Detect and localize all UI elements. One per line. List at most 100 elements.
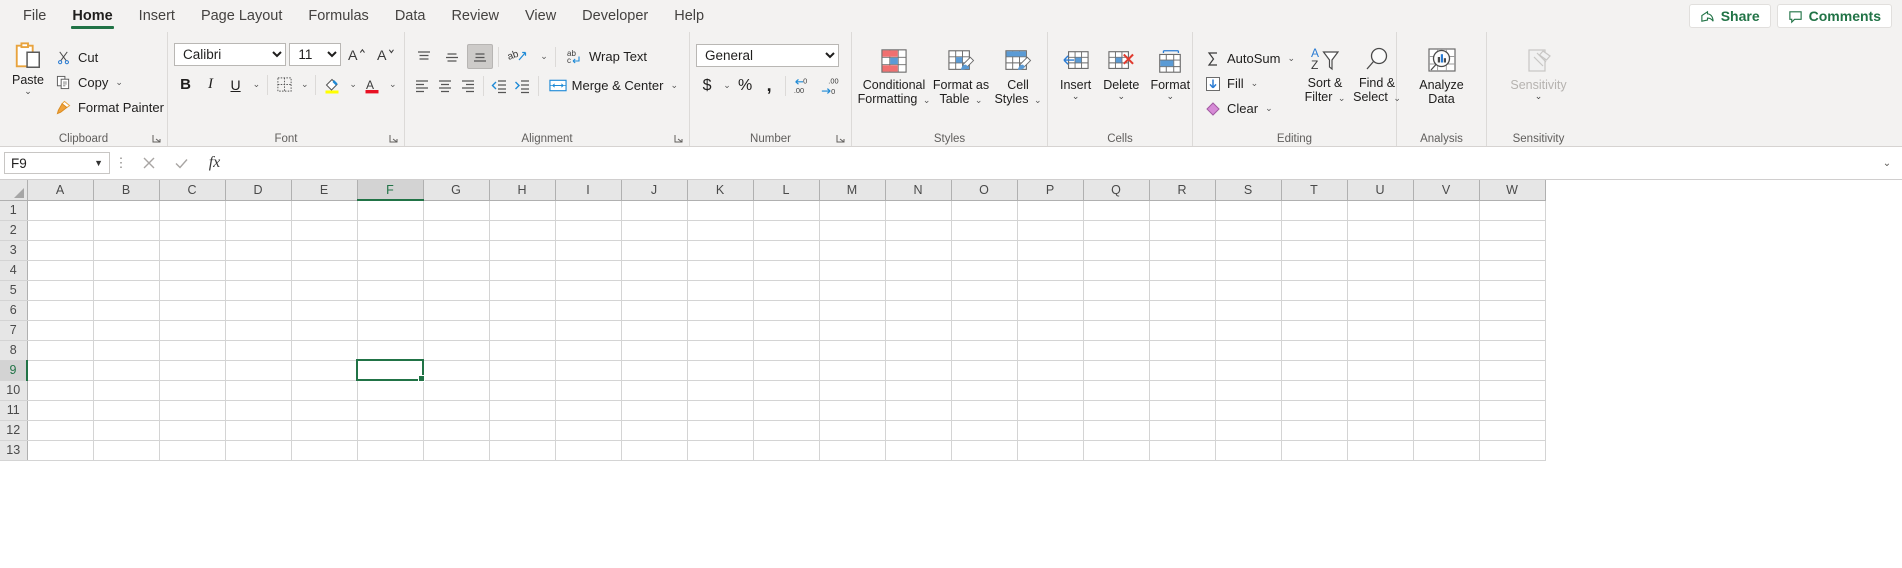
grid-cell[interactable] [159, 300, 226, 321]
tab-view[interactable]: View [512, 0, 569, 32]
chevron-down-icon[interactable]: ⌄ [921, 95, 931, 105]
align-right-button[interactable] [457, 73, 478, 98]
grid-cell[interactable] [687, 240, 754, 261]
grid-cell[interactable] [1017, 200, 1084, 221]
grid-cell[interactable] [1347, 400, 1414, 421]
grid-cell[interactable] [1347, 440, 1414, 461]
column-header-t[interactable]: T [1281, 180, 1348, 201]
tab-help[interactable]: Help [661, 0, 717, 32]
grid-cell[interactable] [1281, 200, 1348, 221]
grid-cell[interactable] [27, 220, 94, 241]
row-header-1[interactable]: 1 [0, 200, 28, 221]
grid-cell[interactable] [27, 380, 94, 401]
formula-input[interactable] [231, 151, 1876, 175]
grid-cell[interactable] [291, 320, 358, 341]
grid-cell[interactable] [621, 200, 688, 221]
grid-cell[interactable] [225, 200, 292, 221]
grid-cell[interactable] [1281, 380, 1348, 401]
tab-insert[interactable]: Insert [126, 0, 188, 32]
grid-cell[interactable] [1413, 200, 1480, 221]
grid-cell[interactable] [357, 260, 424, 281]
format-cells-button[interactable]: Format ⌄ [1145, 41, 1195, 128]
grid-cell[interactable] [621, 380, 688, 401]
grid-cell[interactable] [753, 200, 820, 221]
grid-cell[interactable] [885, 400, 952, 421]
grid-cell[interactable] [93, 320, 160, 341]
increase-decimal-button[interactable]: 0 .00 [791, 73, 817, 98]
grid-cell[interactable] [951, 420, 1018, 441]
italic-button[interactable]: I [199, 72, 222, 97]
grid-cell[interactable] [1149, 400, 1216, 421]
grid-cell[interactable] [753, 300, 820, 321]
grid-cell[interactable] [423, 300, 490, 321]
grid-cell[interactable] [621, 300, 688, 321]
alignment-dialog-launcher[interactable] [673, 132, 685, 144]
grid-cell[interactable] [555, 280, 622, 301]
grid-cell[interactable] [291, 200, 358, 221]
grid-cell[interactable] [357, 380, 424, 401]
grid-cell[interactable] [1149, 200, 1216, 221]
grid-cell[interactable] [1149, 300, 1216, 321]
grid-cell[interactable] [1215, 280, 1282, 301]
column-header-v[interactable]: V [1413, 180, 1480, 201]
column-header-r[interactable]: R [1149, 180, 1216, 201]
grid-cell[interactable] [885, 360, 952, 381]
column-header-m[interactable]: M [819, 180, 886, 201]
grid-cell[interactable] [27, 260, 94, 281]
grid-cell[interactable] [1215, 260, 1282, 281]
grid-cell[interactable] [1347, 300, 1414, 321]
grid-cell[interactable] [489, 240, 556, 261]
column-header-o[interactable]: O [951, 180, 1018, 201]
orientation-button[interactable]: ab [504, 44, 534, 69]
chevron-down-icon[interactable]: ⌄ [24, 87, 32, 96]
grid-cell[interactable] [1347, 280, 1414, 301]
grid-cell[interactable] [621, 320, 688, 341]
grid-cell[interactable] [1413, 340, 1480, 361]
column-header-a[interactable]: A [27, 180, 94, 201]
grid-cell[interactable] [291, 340, 358, 361]
column-header-f[interactable]: F [357, 180, 424, 201]
grid-cell[interactable] [1215, 320, 1282, 341]
column-header-g[interactable]: G [423, 180, 490, 201]
grid-cell[interactable] [225, 360, 292, 381]
grid-cell[interactable] [1215, 360, 1282, 381]
grid-cell[interactable] [1215, 400, 1282, 421]
grid-cell[interactable] [753, 220, 820, 241]
grid-cell[interactable] [27, 420, 94, 441]
grid-cell[interactable] [885, 240, 952, 261]
chevron-down-icon[interactable]: ⌄ [1032, 95, 1042, 105]
grid-cell[interactable] [555, 300, 622, 321]
grid-cell[interactable] [555, 380, 622, 401]
grid-cell[interactable] [1413, 400, 1480, 421]
grid-cell[interactable] [951, 340, 1018, 361]
grid-cell[interactable] [423, 420, 490, 441]
format-painter-button[interactable]: Format Painter [50, 95, 169, 119]
grid-cell[interactable] [159, 400, 226, 421]
grid-cell[interactable] [555, 400, 622, 421]
column-header-e[interactable]: E [291, 180, 358, 201]
grid-cell[interactable] [687, 280, 754, 301]
grid-cell[interactable] [1281, 340, 1348, 361]
grid-cell[interactable] [885, 300, 952, 321]
grid-cell[interactable] [291, 240, 358, 261]
grid-cell[interactable] [1281, 280, 1348, 301]
row-header-4[interactable]: 4 [0, 260, 28, 281]
chevron-down-icon[interactable]: ⌄ [113, 77, 123, 88]
grid-cell[interactable] [951, 280, 1018, 301]
grid-cell[interactable] [1149, 220, 1216, 241]
grid-cell[interactable] [159, 220, 226, 241]
chevron-down-icon[interactable]: ⌄ [1072, 92, 1080, 101]
grid-cell[interactable] [885, 440, 952, 461]
grid-cell[interactable] [687, 260, 754, 281]
grid-cell[interactable] [1413, 260, 1480, 281]
grid-cell[interactable] [225, 280, 292, 301]
grid-cell[interactable] [1083, 320, 1150, 341]
grid-cell[interactable] [885, 340, 952, 361]
increase-font-size-button[interactable]: A [344, 42, 369, 67]
grid-cell[interactable] [555, 320, 622, 341]
column-header-c[interactable]: C [159, 180, 226, 201]
sensitivity-button[interactable]: Sensitivity ⌄ [1499, 41, 1579, 128]
grid-cell[interactable] [423, 380, 490, 401]
grid-cell[interactable] [951, 320, 1018, 341]
grid-cell[interactable] [1083, 200, 1150, 221]
